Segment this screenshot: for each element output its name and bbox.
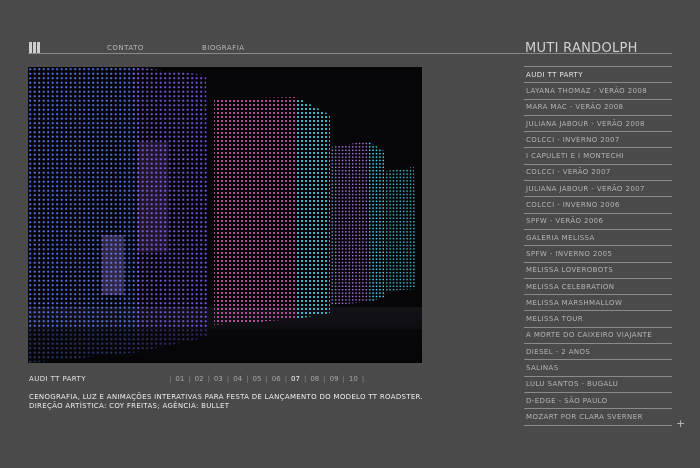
- page-link-04[interactable]: 04: [233, 375, 242, 383]
- sidebar-item[interactable]: DIESEL - 2 ANOS: [524, 344, 672, 361]
- description-line: DIREÇÃO ARTÍSTICA: COY FREITAS; AGÊNCIA:…: [29, 402, 230, 410]
- project-description: CENOGRAFIA, LUZ E ANIMAÇÕES INTERATIVAS …: [29, 393, 423, 411]
- sidebar-item[interactable]: SALINAS: [524, 360, 672, 377]
- sidebar-item[interactable]: SPFW - VERÃO 2006: [524, 214, 672, 230]
- page-link-10[interactable]: 10: [349, 375, 358, 383]
- page-link-07[interactable]: 07: [291, 375, 300, 383]
- sidebar-item[interactable]: COLCCI - INVERNO 2006: [524, 197, 672, 214]
- nav-contato[interactable]: CONTATO: [107, 44, 144, 52]
- sidebar-item[interactable]: MELISSA MARSHMALLOW: [524, 295, 672, 312]
- photo-pager: | 01 | 02 | 03 | 04 | 05 | 06 | 07 | 08 | 09 | 10 |: [165, 375, 368, 383]
- pager-separator: |: [303, 375, 307, 383]
- pager-separator: |: [169, 375, 172, 383]
- page-link-02[interactable]: 02: [195, 375, 204, 383]
- nav-biografia[interactable]: BIOGRAFIA: [202, 44, 245, 52]
- sidebar-item[interactable]: COLCCI - VERÃO 2007: [524, 165, 672, 182]
- sidebar-item[interactable]: MELISSA TOUR: [524, 311, 672, 328]
- pager-separator: |: [284, 375, 288, 383]
- sidebar-item[interactable]: MELISSA CELEBRATION: [524, 279, 672, 296]
- header-divider: [28, 53, 672, 54]
- sidebar-item[interactable]: MELISSA LOVEROBOTS: [524, 263, 672, 279]
- sidebar-item[interactable]: MOZART POR CLARA SVERNER: [524, 409, 672, 426]
- sidebar-item[interactable]: I CAPULETI E I MONTECHI: [524, 148, 672, 165]
- bars-logo-icon[interactable]: [29, 42, 40, 53]
- sidebar-item[interactable]: JULIANA JABOUR - VERÃO 2007: [524, 181, 672, 198]
- sidebar-item[interactable]: A MORTE DO CAIXEIRO VIAJANTE: [524, 328, 672, 345]
- project-photo: [28, 67, 422, 363]
- plus-icon[interactable]: +: [676, 417, 685, 430]
- sidebar-item[interactable]: JULIANA JABOUR - VERÃO 2008: [524, 116, 672, 133]
- page-link-09[interactable]: 09: [330, 375, 339, 383]
- sidebar-item[interactable]: MARA MAC - VERÃO 2008: [524, 100, 672, 116]
- pager-separator: |: [323, 375, 326, 383]
- sidebar-item[interactable]: SPFW - INVERNO 2005: [524, 246, 672, 263]
- pager-separator: |: [226, 375, 230, 383]
- sidebar-item[interactable]: D-EDGE - SÃO PAULO: [524, 393, 672, 410]
- page-link-06[interactable]: 06: [272, 375, 281, 383]
- sidebar-item[interactable]: LULU SANTOS - BUGALU: [524, 377, 672, 393]
- page-link-08[interactable]: 08: [310, 375, 319, 383]
- page-link-01[interactable]: 01: [175, 375, 184, 383]
- description-line: CENOGRAFIA, LUZ E ANIMAÇÕES INTERATIVAS …: [29, 393, 423, 401]
- project-list: AUDI TT PARTY LAYANA THOMAZ - VERÃO 2008 M…: [524, 66, 672, 426]
- pager-separator: |: [207, 375, 210, 383]
- pager-separator: |: [246, 375, 249, 383]
- pager-separator: |: [188, 375, 191, 383]
- sidebar-item[interactable]: COLCCI - INVERNO 2007: [524, 132, 672, 149]
- pager-separator: |: [265, 375, 268, 383]
- pager-separator: |: [361, 375, 365, 383]
- sidebar-item[interactable]: LAYANA THOMAZ - VERÃO 2008: [524, 83, 672, 100]
- pager-separator: |: [342, 375, 345, 383]
- sidebar-item[interactable]: AUDI TT PARTY: [524, 67, 672, 84]
- page-link-03[interactable]: 03: [214, 375, 223, 383]
- project-title: AUDI TT PARTY: [29, 375, 86, 383]
- sidebar-item[interactable]: GALERIA MELISSA: [524, 230, 672, 247]
- page-link-05[interactable]: 05: [252, 375, 261, 383]
